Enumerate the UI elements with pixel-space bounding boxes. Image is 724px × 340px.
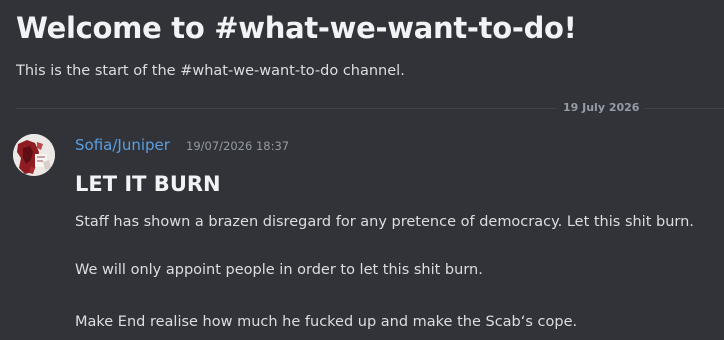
avatar[interactable] [13, 134, 55, 176]
message-heading: LET IT BURN [75, 172, 221, 196]
message-line: We will only appoint people in order to … [75, 262, 483, 278]
avatar-image [13, 134, 55, 176]
channel-welcome-subtitle: This is the start of the #what-we-want-t… [16, 63, 405, 79]
channel-welcome-title: Welcome to #what-we-want-to-do! [16, 11, 577, 45]
date-divider-label: 19 July 2026 [557, 101, 646, 115]
message-line: Staff has shown a brazen disregard for a… [75, 214, 694, 230]
message-author[interactable]: Sofia/Juniper [75, 135, 170, 155]
message-line: Make End realise how much he fucked up a… [75, 314, 578, 330]
message-timestamp: 19/07/2026 18:37 [186, 139, 290, 153]
